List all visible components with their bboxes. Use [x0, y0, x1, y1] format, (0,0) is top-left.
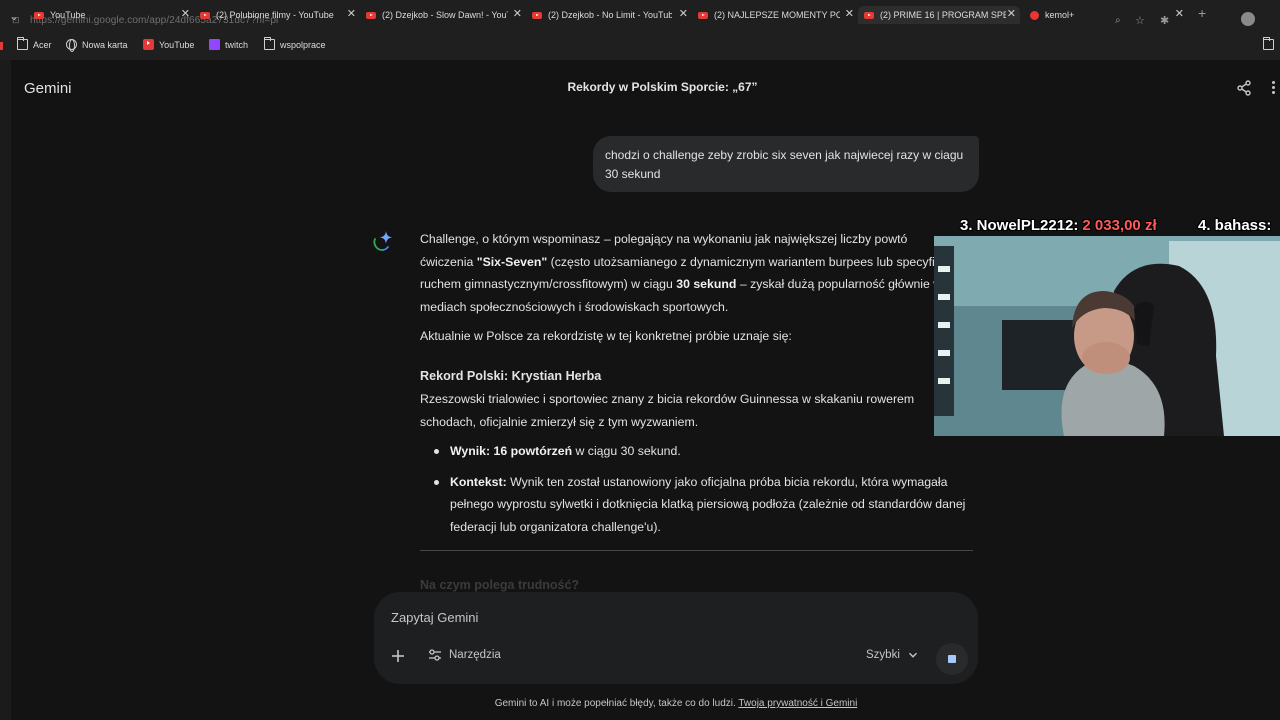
stop-generation-button[interactable] [936, 643, 968, 675]
response-heading-record: Rekord Polski: Krystian Herba [420, 368, 602, 383]
bookmark-acer[interactable]: Acer [17, 37, 52, 50]
donor-name: 3. NowelPL2212: [960, 217, 1079, 234]
browser-tabstrip: ⌄ ⊡ https://gemini.google.com/app/24df66… [0, 0, 1280, 30]
prompt-composer[interactable]: Zapytaj Gemini Narzędzia Szybki [374, 592, 978, 684]
youtube-icon [698, 11, 708, 19]
edge-marker [0, 42, 3, 50]
bullet-label: Wynik: 16 powtórzeń [450, 444, 573, 458]
site-info-icon: ⊡ [12, 15, 20, 25]
response-next-heading-faded: Na czym polega trudność? [420, 578, 580, 592]
bookmark-label: wspolprace [280, 39, 326, 50]
close-icon[interactable]: ✕ [513, 7, 522, 20]
youtube-icon [143, 39, 154, 50]
bullet-text: Wynik ten został ustanowiony jako oficja… [450, 474, 966, 534]
donor-entry: 4. bahass: [1198, 217, 1275, 234]
disclaimer-text: Gemini to AI i może popełniać błędy, tak… [494, 698, 739, 709]
tab-title: (2) Dzejkob - No Limit - YouTube [548, 10, 672, 20]
response-intro-six-seven: "Six-Seven" [476, 254, 548, 269]
tab-title: (2) PRIME 16 | PROGRAM SPECJAL [880, 10, 1006, 20]
bookmark-nowa-karta[interactable]: Nowa karta [66, 39, 128, 52]
privacy-link[interactable]: Twoja prywatność i Gemini [738, 698, 857, 709]
twitch-icon [209, 39, 220, 50]
response-bullet-list: Wynik: 16 powtórzeń w ciągu 30 sekund. K… [420, 440, 975, 538]
tools-sliders-icon [429, 649, 441, 661]
list-item: Kontekst: Wynik ten został ustanowiony j… [420, 471, 975, 539]
browser-tab-1[interactable]: YouTube ✕ [34, 6, 190, 24]
prompt-input[interactable]: Zapytaj Gemini [391, 610, 478, 625]
bookmark-wspolprace[interactable]: wspolprace [264, 37, 326, 50]
collapsed-sidebar [0, 60, 11, 720]
folder-icon [1263, 37, 1274, 50]
youtube-icon [864, 11, 874, 19]
response-paragraph-3-line1: Rzeszowski trialowiec i sportowiec znany… [420, 392, 915, 406]
browser-tab-2[interactable]: (2) Polubione filmy - YouTube ✕ [200, 6, 356, 24]
tab-title: (2) Polubione filmy - YouTube [216, 10, 334, 20]
bookmarks-bar: Acer Nowa karta YouTube twitch wspolprac… [0, 30, 1280, 60]
bookmark-label: Nowa karta [82, 39, 128, 50]
bullet-label: Kontekst: [450, 474, 507, 489]
folder-icon [264, 37, 275, 50]
gemini-spark-icon [373, 231, 393, 251]
conversation-title[interactable]: Rekordy w Polskim Sporcie: „67” [0, 80, 1280, 94]
close-icon[interactable]: ✕ [347, 7, 356, 20]
close-icon[interactable]: ✕ [679, 7, 688, 20]
chevron-down-icon [908, 652, 917, 658]
response-intro-line1: Challenge, o którym wspominasz – polegaj… [420, 232, 908, 246]
tab-title: (2) NAJLEPSZE MOMENTY POLSKI [714, 10, 840, 20]
webcam-overlay [934, 236, 1280, 436]
youtube-icon [200, 11, 210, 19]
donation-amount: 2 033,00 zł [1082, 217, 1157, 234]
youtube-icon [532, 11, 542, 19]
user-message-bubble: chodzi o challenge zeby zrobic six seven… [593, 136, 979, 192]
donation-ticker: 3. NowelPL2212: 2 033,00 zł 4. bahass: [956, 213, 1280, 238]
donor-entry: 3. NowelPL2212: 2 033,00 zł [960, 217, 1157, 234]
bookmark-label: twitch [225, 39, 249, 50]
disclaimer: Gemini to AI i może popełniać błędy, tak… [0, 698, 1280, 709]
bookmark-label: YouTube [159, 39, 195, 50]
close-icon[interactable]: ✕ [845, 7, 854, 20]
close-icon[interactable]: ✕ [181, 7, 190, 20]
globe-icon [66, 39, 77, 52]
donor-name: 4. bahass: [1198, 217, 1272, 234]
bullet-text: w ciągu 30 sekund. [572, 444, 681, 458]
bookmark-star-icon[interactable]: ☆ [1135, 14, 1145, 27]
youtube-icon [34, 11, 44, 19]
list-item: Wynik: 16 powtórzeń w ciągu 30 sekund. [420, 440, 975, 463]
model-response: Challenge, o którym wspominasz – polegaj… [420, 228, 975, 551]
close-icon[interactable]: ✕ [1175, 7, 1184, 20]
close-icon[interactable]: ✕ [1007, 7, 1016, 20]
youtube-icon [366, 11, 376, 19]
new-tab-plus-icon[interactable]: + [1198, 5, 1206, 21]
tools-button[interactable]: Narzędzia [428, 649, 501, 661]
bookmark-label: Acer [33, 39, 52, 50]
more-options-icon[interactable] [1272, 81, 1276, 95]
tab-title: (2) Dzejkob - Slow Dawn! - YouTube [382, 10, 508, 20]
kick-icon [1030, 10, 1039, 20]
zoom-icon[interactable]: ⌕ [1115, 15, 1121, 26]
response-paragraph-3-rest: schodach, oficjalnie zmierzył się z tym … [420, 414, 699, 429]
add-plus-icon[interactable] [390, 648, 406, 664]
share-icon[interactable] [1236, 80, 1252, 96]
bookmark-twitch[interactable]: twitch [209, 39, 248, 50]
bookmark-youtube[interactable]: YouTube [143, 39, 194, 50]
tab-title: kemol+ [1045, 10, 1075, 20]
browser-tab-3[interactable]: (2) Dzejkob - Slow Dawn! - YouTube ✕ [366, 6, 522, 24]
divider [420, 550, 973, 551]
response-intro-30s: 30 sekund [676, 277, 737, 291]
browser-tab-4[interactable]: (2) Dzejkob - No Limit - YouTube ✕ [532, 6, 688, 24]
response-paragraph-2: Aktualnie w Polsce za rekordzistę w tej … [420, 329, 792, 343]
folder-icon [17, 37, 28, 50]
extensions-icon[interactable]: ✱ [1160, 14, 1169, 27]
browser-tab-6-active[interactable]: (2) PRIME 16 | PROGRAM SPECJAL ✕ [858, 6, 1020, 24]
all-bookmarks-folder[interactable] [1263, 37, 1279, 50]
tab-title: YouTube [50, 10, 86, 20]
model-selector[interactable]: Szybki [866, 649, 918, 661]
tools-label: Narzędzia [449, 649, 501, 661]
profile-avatar[interactable] [1241, 12, 1255, 26]
stop-icon [948, 655, 956, 663]
model-label: Szybki [866, 649, 900, 661]
response-intro-a: ćwiczenia [420, 254, 477, 269]
browser-tab-5[interactable]: (2) NAJLEPSZE MOMENTY POLSKI ✕ [698, 6, 854, 24]
